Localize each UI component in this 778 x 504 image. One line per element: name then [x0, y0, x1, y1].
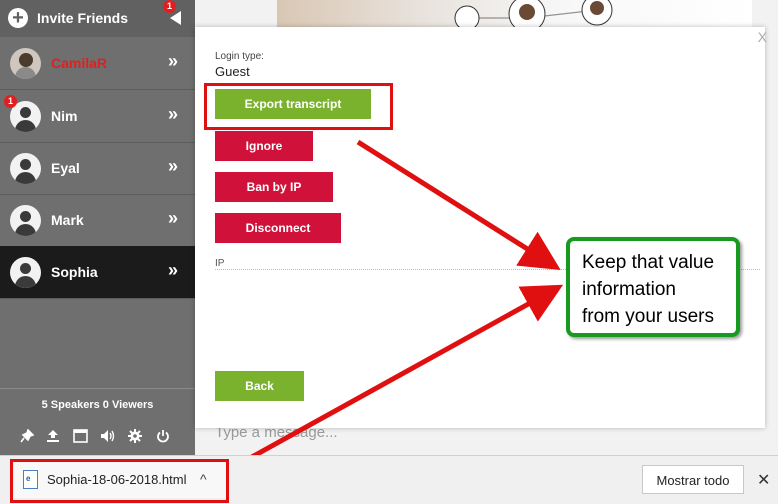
callout-line: from your users [582, 306, 714, 327]
close-icon[interactable]: ✕ [757, 470, 770, 490]
highlight-box [10, 459, 229, 503]
show-all-button[interactable]: Mostrar todo [642, 465, 744, 494]
annotation-callout: Keep that value information from your us… [566, 237, 740, 337]
callout-line: Keep that value [582, 252, 715, 273]
callout-line: information [582, 279, 676, 300]
